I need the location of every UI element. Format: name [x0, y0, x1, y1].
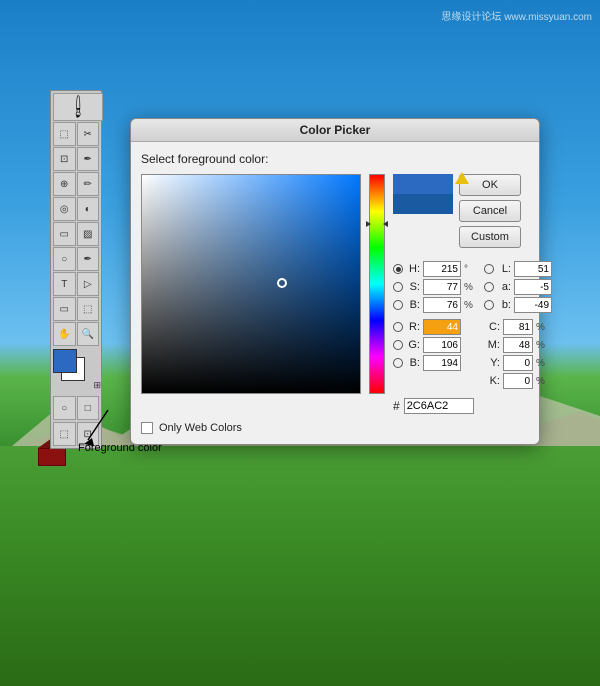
- hue-label: H:: [406, 263, 420, 275]
- l-label: L:: [497, 263, 511, 275]
- green-field: [0, 446, 600, 686]
- custom-button[interactable]: Custom: [459, 226, 521, 248]
- gradient-tool[interactable]: ▨: [77, 222, 100, 246]
- reset-colors[interactable]: ⊞: [93, 380, 101, 391]
- zoom-tool[interactable]: 🔍: [77, 322, 100, 346]
- color-field-overlay: [142, 175, 360, 393]
- c-unit: %: [536, 322, 545, 333]
- red-label: R:: [406, 321, 420, 333]
- dialog-label: Select foreground color:: [141, 152, 529, 166]
- new-color-preview: [393, 174, 453, 194]
- blue-input[interactable]: [423, 355, 461, 371]
- color-picker-dialog: Color Picker Select foreground color:: [130, 118, 540, 445]
- eyedropper-tool[interactable]: ✒: [77, 147, 100, 171]
- hue-bar[interactable]: [369, 174, 385, 394]
- gamut-warning-icon: [455, 172, 469, 184]
- clone-tool[interactable]: ◎: [53, 197, 76, 221]
- path-tool[interactable]: ▷: [77, 272, 100, 296]
- dodge-tool[interactable]: ○: [53, 247, 76, 271]
- hue-radio[interactable]: [393, 264, 403, 274]
- a-label: a:: [497, 281, 511, 293]
- brush-tool-icon: 🖌: [53, 93, 103, 121]
- color-swatches: ⊞: [53, 349, 103, 393]
- watermark: 思缘设计论坛 www.missyuan.com: [441, 8, 592, 23]
- a-input[interactable]: [514, 279, 552, 295]
- color-preview-container: [393, 174, 453, 214]
- b-radio[interactable]: [484, 300, 494, 310]
- bright-input[interactable]: [423, 297, 461, 313]
- heal-tool[interactable]: ⊕: [53, 172, 76, 196]
- annotation: Foreground color: [78, 400, 138, 453]
- a-radio[interactable]: [484, 282, 494, 292]
- sat-unit: %: [464, 282, 476, 293]
- l-radio[interactable]: [484, 264, 494, 274]
- hue-slider-container: [369, 174, 385, 394]
- brush-tool[interactable]: ✏: [77, 172, 100, 196]
- red-radio[interactable]: [393, 322, 403, 332]
- hand-tool[interactable]: ✋: [53, 322, 76, 346]
- blue-label: B:: [406, 357, 420, 369]
- button-group: OK Cancel Custom: [459, 174, 521, 248]
- sat-input[interactable]: [423, 279, 461, 295]
- m-input[interactable]: [503, 337, 533, 353]
- dialog-right-panel: OK Cancel Custom H: °: [393, 174, 552, 414]
- history-brush[interactable]: ◐: [77, 197, 100, 221]
- pen-tool[interactable]: ✒: [77, 247, 100, 271]
- crop-tool[interactable]: ⊡: [53, 147, 76, 171]
- hue-input[interactable]: [423, 261, 461, 277]
- bright-unit: %: [464, 300, 476, 311]
- hsb-lab-values: H: ° S: %: [393, 260, 476, 390]
- checkbox-row: Only Web Colors: [141, 422, 529, 434]
- bright-label: B:: [406, 299, 420, 311]
- old-color-preview: [393, 194, 453, 214]
- blue-radio[interactable]: [393, 358, 403, 368]
- eraser-tool[interactable]: ▭: [53, 222, 76, 246]
- web-colors-label: Only Web Colors: [159, 422, 242, 434]
- green-input[interactable]: [423, 337, 461, 353]
- lasso-tool[interactable]: ✂: [77, 122, 100, 146]
- barn: [38, 448, 66, 466]
- y-unit: %: [536, 358, 545, 369]
- green-radio[interactable]: [393, 340, 403, 350]
- b-input[interactable]: [514, 297, 552, 313]
- m-label: M:: [484, 339, 500, 351]
- m-unit: %: [536, 340, 545, 351]
- notes-tool[interactable]: ⬚: [77, 297, 100, 321]
- screen-mode[interactable]: ⬚: [53, 422, 76, 446]
- color-values-container: H: ° S: %: [393, 260, 552, 390]
- marquee-tool[interactable]: ⬚: [53, 122, 76, 146]
- k-input[interactable]: [503, 373, 533, 389]
- quick-mask[interactable]: ○: [53, 396, 76, 420]
- y-label: Y:: [484, 357, 500, 369]
- hue-unit: °: [464, 264, 476, 275]
- hex-input[interactable]: [404, 398, 474, 414]
- web-colors-checkbox[interactable]: [141, 422, 153, 434]
- b-label: b:: [497, 299, 511, 311]
- y-input[interactable]: [503, 355, 533, 371]
- c-label: C:: [484, 321, 500, 333]
- text-tool[interactable]: T: [53, 272, 76, 296]
- c-input[interactable]: [503, 319, 533, 335]
- sat-label: S:: [406, 281, 420, 293]
- dialog-title: Color Picker: [131, 119, 539, 142]
- sat-radio[interactable]: [393, 282, 403, 292]
- l-input[interactable]: [514, 261, 552, 277]
- color-saturation-brightness-field[interactable]: [141, 174, 361, 394]
- hex-row: #: [393, 398, 552, 414]
- hex-symbol: #: [393, 399, 400, 413]
- lab-cmyk-values: L: a: b:: [484, 260, 552, 390]
- k-label: K:: [484, 375, 500, 387]
- red-input[interactable]: [423, 319, 461, 335]
- green-label: G:: [406, 339, 420, 351]
- shape-tool[interactable]: ▭: [53, 297, 76, 321]
- bright-radio[interactable]: [393, 300, 403, 310]
- toolbar: 🖌 ⬚ ✂ ⊡ ✒ ⊕ ✏ ◎ ◐ ▭ ▨ ○ ✒ T ▷ ▭ ⬚ ✋ 🔍 ⊞: [50, 90, 102, 449]
- foreground-color-swatch[interactable]: [53, 349, 77, 373]
- k-unit: %: [536, 376, 545, 387]
- cancel-button[interactable]: Cancel: [459, 200, 521, 222]
